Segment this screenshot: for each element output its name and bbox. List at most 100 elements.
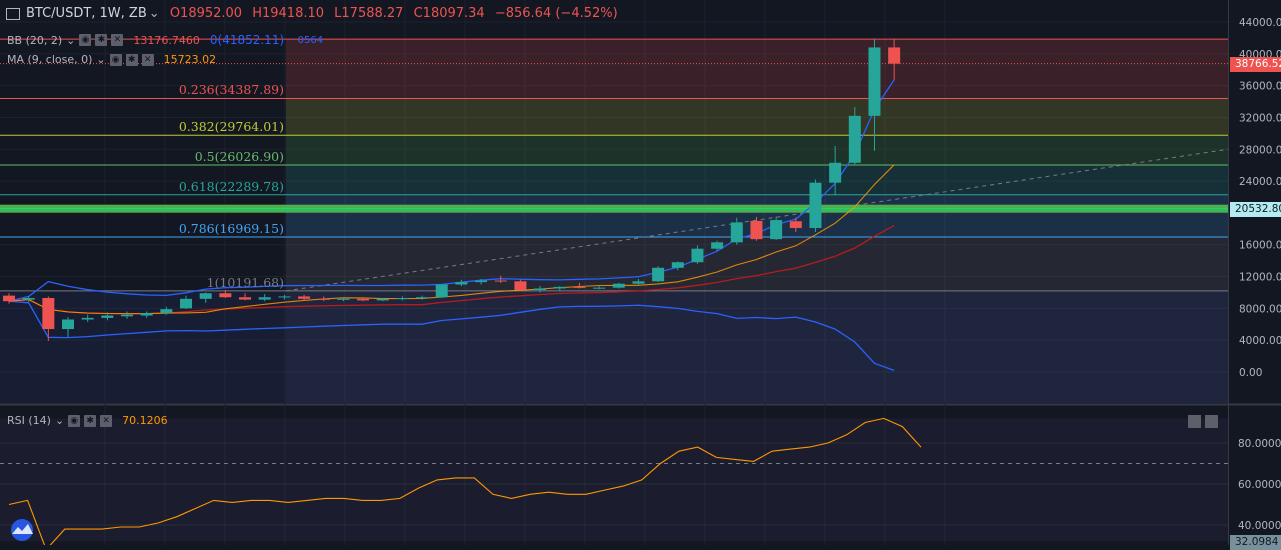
candle-body (416, 297, 429, 299)
candle-body (298, 296, 311, 299)
candle-body (711, 242, 724, 249)
open-value: O18952.00 (169, 6, 243, 21)
pane-move-up-icon[interactable] (1188, 415, 1201, 428)
rsi-bottom-label: 32.0984 (1230, 535, 1281, 550)
candle-body (160, 309, 173, 314)
candle-body (258, 297, 271, 300)
rsi-tick-label: 80.0000 (1238, 438, 1281, 450)
candle-body (81, 317, 94, 320)
candle-body (514, 281, 527, 291)
candle-body (22, 298, 35, 300)
bb-indicator-legend: BB (20, 2) ⌄ ◉ ✱ ✕ 13176.7460 0(41852.11… (7, 33, 323, 47)
candle-body (180, 298, 193, 309)
candle-body (239, 297, 252, 300)
chevron-down-icon[interactable]: ⌄ (55, 414, 64, 427)
price-tick-label: 16000.00 (1239, 240, 1281, 252)
fib-level-label: 0.236(34387.89) (178, 82, 284, 98)
current-price-label: 38766.52 (1230, 56, 1281, 72)
rsi-indicator-legend: RSI (14) ⌄ ◉ ✱ ✕ 70.1206 (7, 414, 168, 427)
candle-body (317, 298, 330, 300)
candle-body (121, 314, 134, 317)
change-value: −856.64 (−4.52%) (494, 6, 618, 21)
bb-value-basis: 13176.7460 (133, 33, 200, 47)
candle-body (789, 221, 802, 229)
candle-body (376, 298, 389, 301)
pane-move-down-icon[interactable] (1205, 415, 1218, 428)
fib-level-label: 1(10191.68) (206, 274, 284, 290)
price-tick-label: 12000.00 (1239, 272, 1281, 284)
fib-level-label: 0.786(16969.15) (178, 221, 284, 237)
fib-zone (286, 164, 1228, 195)
candle-body (632, 281, 645, 284)
rsi-value: 70.1206 (122, 414, 168, 427)
candle-body (101, 315, 114, 318)
candle-body (199, 293, 212, 299)
candle-body (494, 280, 507, 282)
price-tick-label: 0.00 (1239, 367, 1262, 379)
price-tick-label: 24000.00 (1239, 176, 1281, 188)
ma-indicator-legend: MA (9, close, 0) ⌄ ◉ ✱ ✕ 15723.02 (7, 53, 216, 66)
gear-icon[interactable]: ✱ (84, 414, 97, 427)
candle-body (553, 286, 566, 289)
candle-body (475, 280, 488, 283)
gear-icon[interactable]: ✱ (125, 53, 138, 66)
candle-body (278, 296, 291, 298)
symbol-header: BTC/USDT, 1W, ZB ⌄ O18952.00 H19418.10 L1… (6, 6, 624, 21)
candle-body (612, 283, 625, 288)
close-value: C18097.34 (413, 6, 485, 21)
candle-body (534, 288, 547, 291)
bb-value-upper: 0(41852.11) (209, 33, 285, 47)
candle-body (652, 267, 665, 282)
candle-body (809, 182, 822, 229)
price-tick-label: 44000.00 (1239, 17, 1281, 29)
candle-body (868, 47, 881, 116)
bb-label[interactable]: BB (20, 2) (7, 34, 62, 47)
candle-body (888, 47, 901, 64)
chevron-down-icon[interactable]: ⌄ (96, 53, 105, 66)
symbol-label[interactable]: BTC/USDT, 1W, ZB (26, 6, 147, 21)
candle-body (750, 220, 763, 240)
price-tick-label: 8000.00 (1239, 303, 1281, 315)
tradingview-logo-icon (11, 519, 33, 541)
close-icon[interactable]: ✕ (100, 414, 113, 427)
candle-body (396, 298, 409, 300)
fib-zone (286, 237, 1228, 291)
fib-level-label: 0.382(29764.01) (178, 119, 284, 135)
gear-icon[interactable]: ✱ (95, 34, 108, 46)
ma-value: 15723.02 (163, 53, 217, 66)
eye-icon[interactable]: ◉ (68, 414, 81, 427)
candle-body (573, 286, 586, 288)
level-price-label: 20532.80 (1230, 201, 1281, 217)
candle-body (62, 319, 75, 330)
candle-body (455, 282, 468, 285)
chevron-down-icon[interactable]: ⌄ (149, 6, 160, 21)
ma-label[interactable]: MA (9, close, 0) (7, 53, 92, 66)
candle-body (829, 162, 842, 183)
fib-zone (286, 39, 1228, 99)
bb-value-lower: ·· 0564 (288, 34, 324, 46)
candle-body (435, 284, 448, 298)
price-tick-label: 32000.00 (1239, 112, 1281, 124)
close-icon[interactable]: ✕ (141, 53, 154, 66)
candle-body (671, 262, 684, 268)
candle-body (42, 298, 55, 330)
candle-body (3, 295, 15, 302)
high-value: H19418.10 (252, 6, 325, 21)
close-icon[interactable]: ✕ (111, 34, 124, 46)
candle-body (337, 298, 350, 300)
candle-body (219, 293, 232, 298)
fib-level-label: 0.5(26026.90) (194, 148, 284, 164)
rsi-label[interactable]: RSI (14) (7, 414, 51, 427)
candle-body (770, 220, 783, 240)
candle-body (593, 287, 606, 289)
candle-body (730, 222, 743, 243)
rsi-tick-label: 40.0000 (1238, 520, 1281, 532)
rsi-tick-label: 60.0000 (1238, 479, 1281, 491)
collapse-icon[interactable] (6, 7, 20, 20)
fib-zone (286, 290, 1228, 403)
eye-icon[interactable]: ◉ (109, 53, 122, 66)
rsi-background (0, 418, 1228, 542)
candle-body (357, 298, 370, 301)
chevron-down-icon[interactable]: ⌄ (66, 34, 75, 47)
eye-icon[interactable]: ◉ (79, 34, 92, 46)
